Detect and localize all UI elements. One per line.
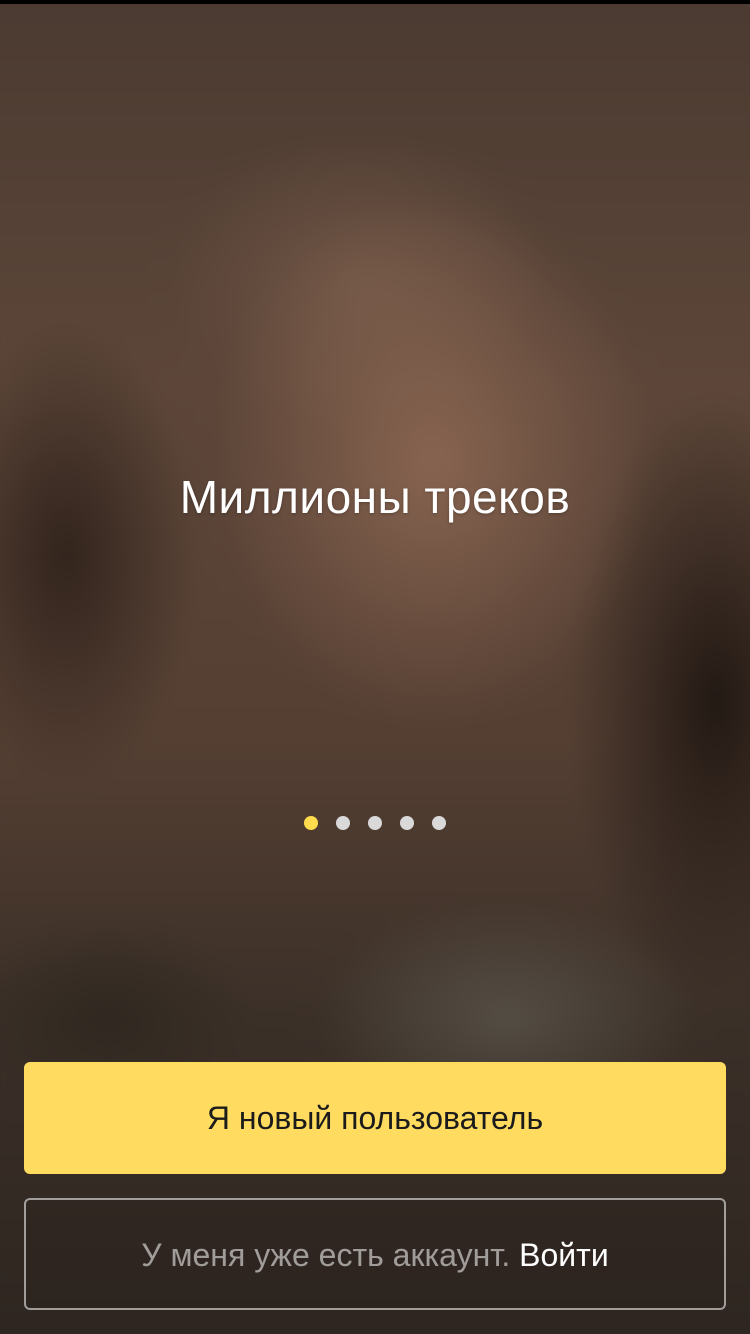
new-user-button[interactable]: Я новый пользователь <box>24 1062 726 1174</box>
page-dot-5[interactable] <box>432 816 446 830</box>
onboarding-headline: Миллионы треков <box>179 471 571 523</box>
have-account-text: У меня уже есть аккаунт. <box>141 1237 511 1273</box>
have-account-button[interactable]: У меня уже есть аккаунт. Войти <box>24 1198 726 1310</box>
status-bar <box>0 0 750 4</box>
page-dot-1[interactable] <box>304 816 318 830</box>
page-dot-2[interactable] <box>336 816 350 830</box>
page-dot-3[interactable] <box>368 816 382 830</box>
login-link[interactable]: Войти <box>519 1237 609 1273</box>
page-dot-4[interactable] <box>400 816 414 830</box>
onboarding-screen: Миллионы треков Я новый пользователь У м… <box>0 0 750 1334</box>
page-indicator <box>0 816 750 830</box>
